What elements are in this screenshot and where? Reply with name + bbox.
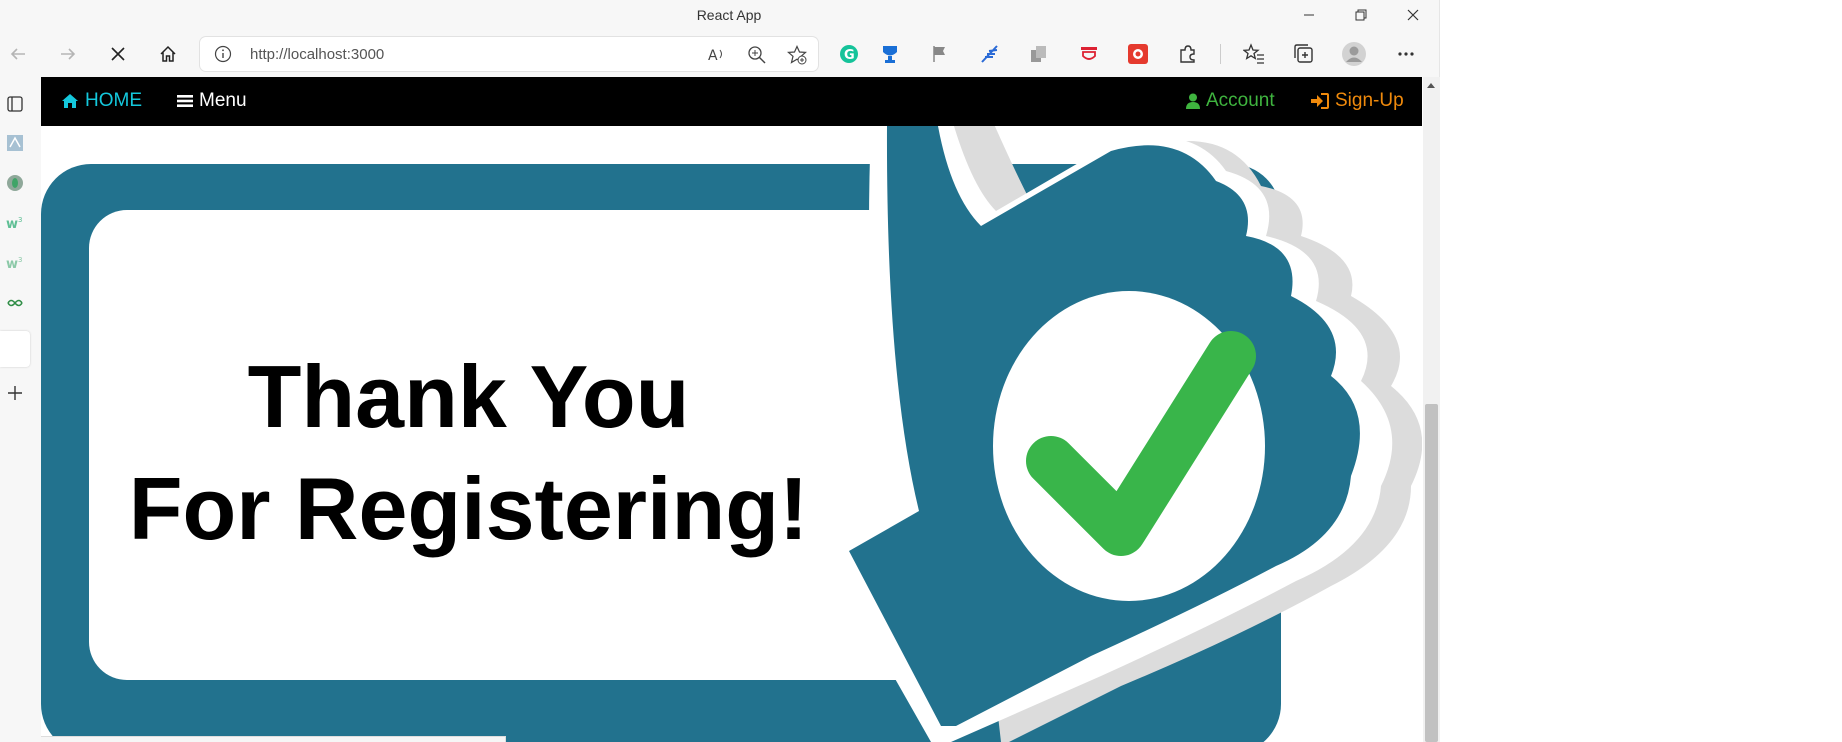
forward-button[interactable] (50, 36, 86, 72)
scroll-up-icon[interactable] (1426, 81, 1436, 89)
nav-menu-label: Menu (199, 90, 247, 111)
close-icon (1407, 9, 1419, 21)
scroll-thumb[interactable] (1425, 404, 1438, 742)
user-icon (1186, 93, 1200, 109)
profile-icon[interactable] (1340, 40, 1368, 68)
grammarly-icon[interactable]: G (835, 40, 863, 68)
nav-home-link[interactable]: HOME (61, 90, 142, 112)
thank-you-banner: Thank You For Registering! (41, 126, 1422, 742)
home-icon (160, 45, 176, 62)
stop-icon (111, 47, 125, 61)
address-bar[interactable]: http://localhost:3000 A (200, 37, 818, 71)
status-bar-edge (41, 736, 506, 742)
nav-signup-link[interactable]: Sign-Up (1311, 90, 1404, 112)
bars-icon (177, 95, 193, 107)
sign-in-icon (1311, 93, 1329, 109)
read-aloud-icon[interactable]: A (706, 44, 728, 66)
red-extension-icon[interactable] (1124, 40, 1152, 68)
nav-home-label: HOME (85, 90, 142, 111)
sidebar-app-icon-5[interactable] (4, 292, 26, 314)
sidebar-add-icon[interactable] (4, 382, 26, 404)
svg-text:3: 3 (18, 256, 22, 264)
flag-extension-icon[interactable] (926, 40, 954, 68)
sidebar-app-icon-1[interactable] (4, 132, 26, 154)
tab-actions-icon[interactable] (4, 93, 26, 115)
pocket-extension-icon[interactable] (1075, 40, 1103, 68)
stop-loading-button[interactable] (100, 36, 136, 72)
nav-account-label: Account (1206, 90, 1275, 111)
sidebar-selected-slot[interactable] (0, 331, 30, 367)
restore-icon (1355, 9, 1367, 21)
favorite-add-icon[interactable] (786, 44, 808, 66)
svg-text:3: 3 (18, 216, 22, 224)
nav-menu-button[interactable]: Menu (177, 90, 247, 112)
collections-icon[interactable] (1290, 40, 1318, 68)
more-icon[interactable] (1392, 40, 1420, 68)
browser-sidebar: w3 w3 (0, 76, 30, 742)
svg-text:w: w (6, 257, 18, 272)
forward-icon (61, 48, 76, 60)
home-glyph (62, 94, 78, 108)
sidebar-app-icon-3[interactable]: w3 (4, 212, 26, 234)
sidebar-app-icon-4[interactable]: w3 (4, 252, 26, 274)
browser-toolbar: http://localhost:3000 A G (0, 32, 1440, 76)
extensions-puzzle-icon[interactable] (1173, 40, 1201, 68)
browser-window: React App http://localhost:3000 A G w 3 … (0, 0, 1440, 742)
toolbar-divider (1220, 44, 1221, 64)
favorites-icon[interactable] (1240, 40, 1268, 68)
quill-extension-icon[interactable] (976, 40, 1004, 68)
registering-heading: For Registering! (128, 459, 809, 558)
svg-text:A: A (708, 48, 718, 64)
zoom-icon[interactable] (746, 44, 768, 66)
page-scrollbar[interactable] (1423, 77, 1440, 742)
thank-you-heading: Thank You (247, 347, 690, 446)
svg-text:G: G (844, 48, 855, 63)
info-icon[interactable] (214, 45, 232, 63)
back-button[interactable] (0, 36, 36, 72)
nav-account-link[interactable]: Account (1186, 90, 1275, 112)
title-bar: React App (0, 0, 1440, 32)
minimize-button[interactable] (1286, 0, 1332, 30)
back-icon (10, 48, 25, 60)
close-window-button[interactable] (1390, 0, 1436, 30)
home-button[interactable] (150, 36, 186, 72)
page-viewport: HOME Menu Account Sign-Up Thank You For … (41, 77, 1423, 742)
minimize-icon (1304, 14, 1314, 16)
copy-extension-icon[interactable] (1025, 40, 1053, 68)
nav-signup-label: Sign-Up (1335, 90, 1404, 111)
svg-text:w: w (6, 217, 18, 232)
site-navbar: HOME Menu Account Sign-Up (41, 77, 1422, 126)
sidebar-app-icon-2[interactable] (4, 172, 26, 194)
url-text[interactable]: http://localhost:3000 (250, 46, 384, 63)
window-title: React App (696, 7, 762, 23)
trophy-extension-icon[interactable] (876, 40, 904, 68)
restore-button[interactable] (1338, 0, 1384, 30)
